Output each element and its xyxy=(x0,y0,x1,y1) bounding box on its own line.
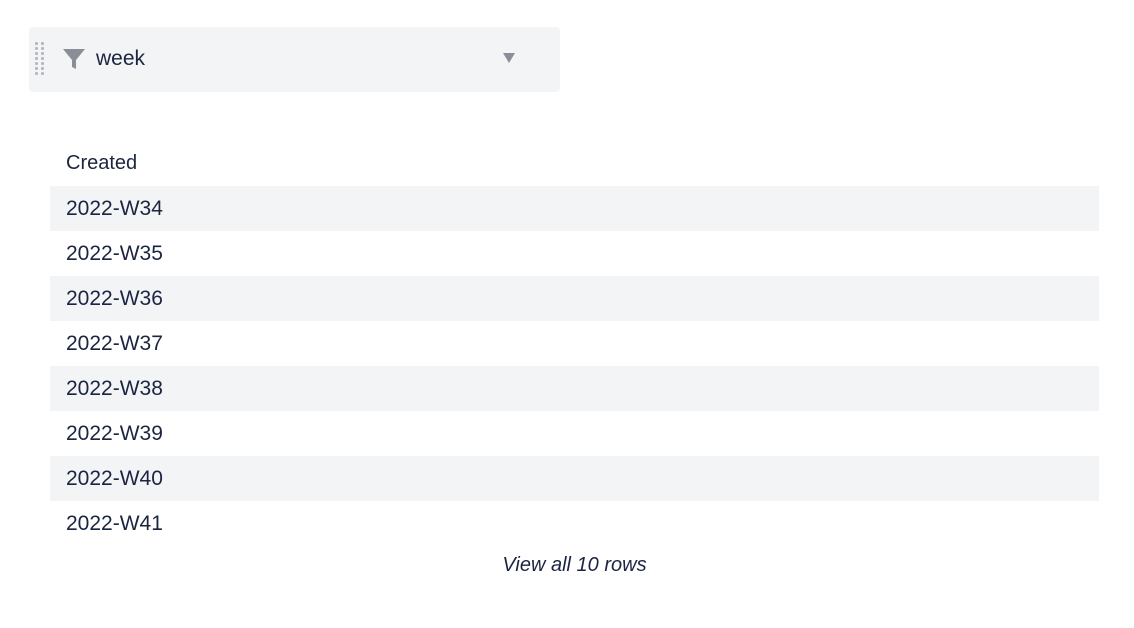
view-all-rows-link[interactable]: View all 10 rows xyxy=(0,554,1134,577)
table-row: 2022-W41 xyxy=(66,511,163,535)
table-row: 2022-W40 xyxy=(50,456,1099,501)
table-row: 2022-W36 xyxy=(50,276,1099,321)
table-row: 2022-W38 xyxy=(50,366,1099,411)
filter-label: week xyxy=(96,47,146,70)
table-row: 2022-W39 xyxy=(66,421,163,445)
table-row: 2022-W35 xyxy=(66,241,163,265)
week-filter-dropdown[interactable]: week xyxy=(29,27,560,92)
table-row: 2022-W37 xyxy=(66,331,163,355)
filter-icon xyxy=(63,49,85,69)
drag-handle-icon[interactable] xyxy=(35,42,45,78)
results-table: Created 2022-W34 2022-W35 2022-W36 2022-… xyxy=(50,141,1099,546)
page: week Created 2022-W34 2022-W35 2022-W36 … xyxy=(0,0,1134,628)
table-row: 2022-W34 xyxy=(50,186,1099,231)
chevron-down-icon[interactable] xyxy=(502,51,516,65)
column-header-created[interactable]: Created xyxy=(50,141,1099,186)
